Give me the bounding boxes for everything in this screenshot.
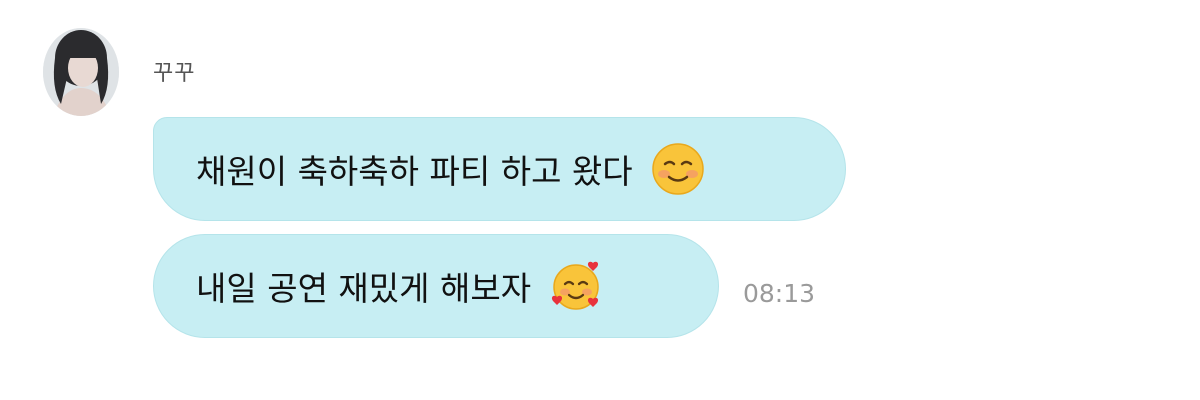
message-bubble[interactable]: 채원이 축하축하 파티 하고 왔다 — [153, 117, 846, 221]
sender-name: 꾸꾸 — [153, 61, 196, 86]
message-bubble[interactable]: 내일 공연 재밌게 해보자 — [153, 234, 719, 338]
smiling-face-icon — [651, 142, 705, 196]
message-text: 내일 공연 재밌게 해보자 — [196, 269, 532, 308]
avatar[interactable] — [43, 28, 119, 116]
chat-thread: 꾸꾸 채원이 축하축하 파티 하고 왔다 내일 공연 재밌게 해보자 08:13 — [0, 0, 1200, 400]
message-text: 채원이 축하축하 파티 하고 왔다 — [196, 152, 633, 191]
message-timestamp: 08:13 — [743, 279, 816, 308]
avatar-photo — [43, 28, 119, 116]
smiling-face-with-hearts-icon — [549, 259, 603, 313]
